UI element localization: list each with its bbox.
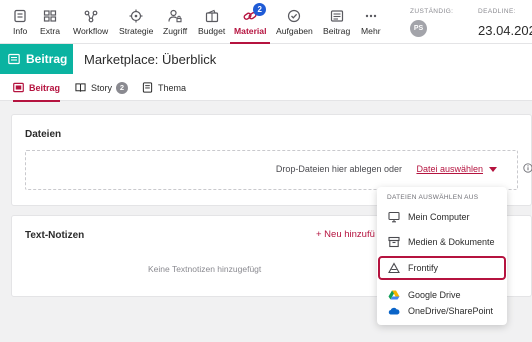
nav-budget[interactable]: Budget [198,0,225,44]
newspaper-icon [330,9,344,23]
workflow-icon [84,9,98,23]
nav-aufgaben[interactable]: Aufgaben [276,0,313,44]
menu-item-label: Medien & Dokumente [408,237,495,247]
chevron-down-icon[interactable] [489,167,497,172]
material-count-badge: 2 [253,3,267,16]
target-icon [129,9,143,23]
wallet-icon [205,9,219,23]
onedrive-icon [388,307,400,315]
page-title: Marketplace: Überblick [84,52,217,67]
type-chip-label: Beitrag [26,52,68,66]
nav-extra-label: Extra [40,26,61,36]
menu-item-label: Mein Computer [408,212,470,222]
nav-mehr-label: Mehr [361,26,381,36]
computer-icon [388,211,400,223]
nav-info-label: Info [13,26,28,36]
nav-extra[interactable]: Extra [40,0,60,44]
top-toolbar: Info Extra Workflow Strategie Zugriff Bu… [0,0,532,44]
check-circle-icon [287,9,301,23]
title-bar: Beitrag Marketplace: Überblick [0,44,532,74]
file-source-menu: DATEIEN AUSWÄHLEN AUS Mein Computer Medi… [377,187,507,325]
nav-material-label: Material [234,26,267,36]
nav-zugriff[interactable]: Zugriff [163,0,187,44]
nav-strategie-label: Strategie [119,26,154,36]
menu-item-label: OneDrive/SharePoint [408,306,494,316]
nav-material[interactable]: 2 Material [229,0,272,44]
book-icon [75,83,86,92]
grid-icon [43,9,57,23]
archive-icon [388,236,400,248]
menu-item-frontify[interactable]: Frontify [378,256,506,280]
tab-story[interactable]: Story 2 [75,74,129,101]
tab-thema[interactable]: Thema [142,74,186,101]
story-count-badge: 2 [116,81,129,94]
nav-beitrag-label: Beitrag [323,26,351,36]
tab-thema-label: Thema [158,82,187,93]
nav-info[interactable]: Info [13,0,27,44]
menu-item-medien-dokumente[interactable]: Medien & Dokumente [379,230,505,254]
user-lock-icon [168,9,182,23]
files-title: Dateien [25,129,62,140]
select-file-link[interactable]: Datei auswählen [416,164,483,174]
tab-beitrag[interactable]: Beitrag [13,74,61,102]
type-chip: Beitrag [0,44,73,74]
tab-bar: Beitrag Story 2 Thema [0,74,532,102]
nav-beitrag[interactable]: Beitrag [323,0,350,44]
nav-mehr[interactable]: Mehr [361,0,381,44]
tab-beitrag-label: Beitrag [29,82,61,93]
nav-budget-label: Budget [198,26,226,36]
menu-item-onedrive[interactable]: OneDrive/SharePoint [379,299,505,323]
empty-notes-text: Keine Textnotizen hinzugefügt [148,264,262,274]
nav-aufgaben-label: Aufgaben [276,26,313,36]
nav-zugriff-label: Zugriff [163,26,188,36]
newspaper-icon [142,82,153,93]
menu-item-mein-computer[interactable]: Mein Computer [379,205,505,229]
menu-header: DATEIEN AUSWÄHLEN AUS [387,194,479,201]
more-icon [364,9,378,23]
deadline-label: DEADLINE: [478,8,516,15]
nav-strategie[interactable]: Strategie [119,0,153,44]
newspaper-icon [13,82,24,93]
frontify-icon [388,262,400,274]
drop-hint: Drop-Dateien hier ablegen oder [275,164,402,174]
newspaper-icon [8,53,20,65]
tab-story-label: Story [91,82,113,93]
deadline-value[interactable]: 23.04.2026 [478,23,532,38]
notes-title: Text-Notizen [25,230,85,241]
menu-item-label: Frontify [408,263,439,273]
nav-workflow-label: Workflow [73,26,109,36]
file-dropzone[interactable]: Drop-Dateien hier ablegen oder Datei aus… [25,150,532,190]
add-note-button[interactable]: + Neu hinzufü [316,229,375,240]
info-icon [13,9,27,23]
avatar[interactable]: PS [410,20,427,37]
assignee-label: ZUSTÄNDIG: [410,8,454,15]
nav-workflow[interactable]: Workflow [73,0,108,44]
info-icon[interactable] [523,163,532,173]
